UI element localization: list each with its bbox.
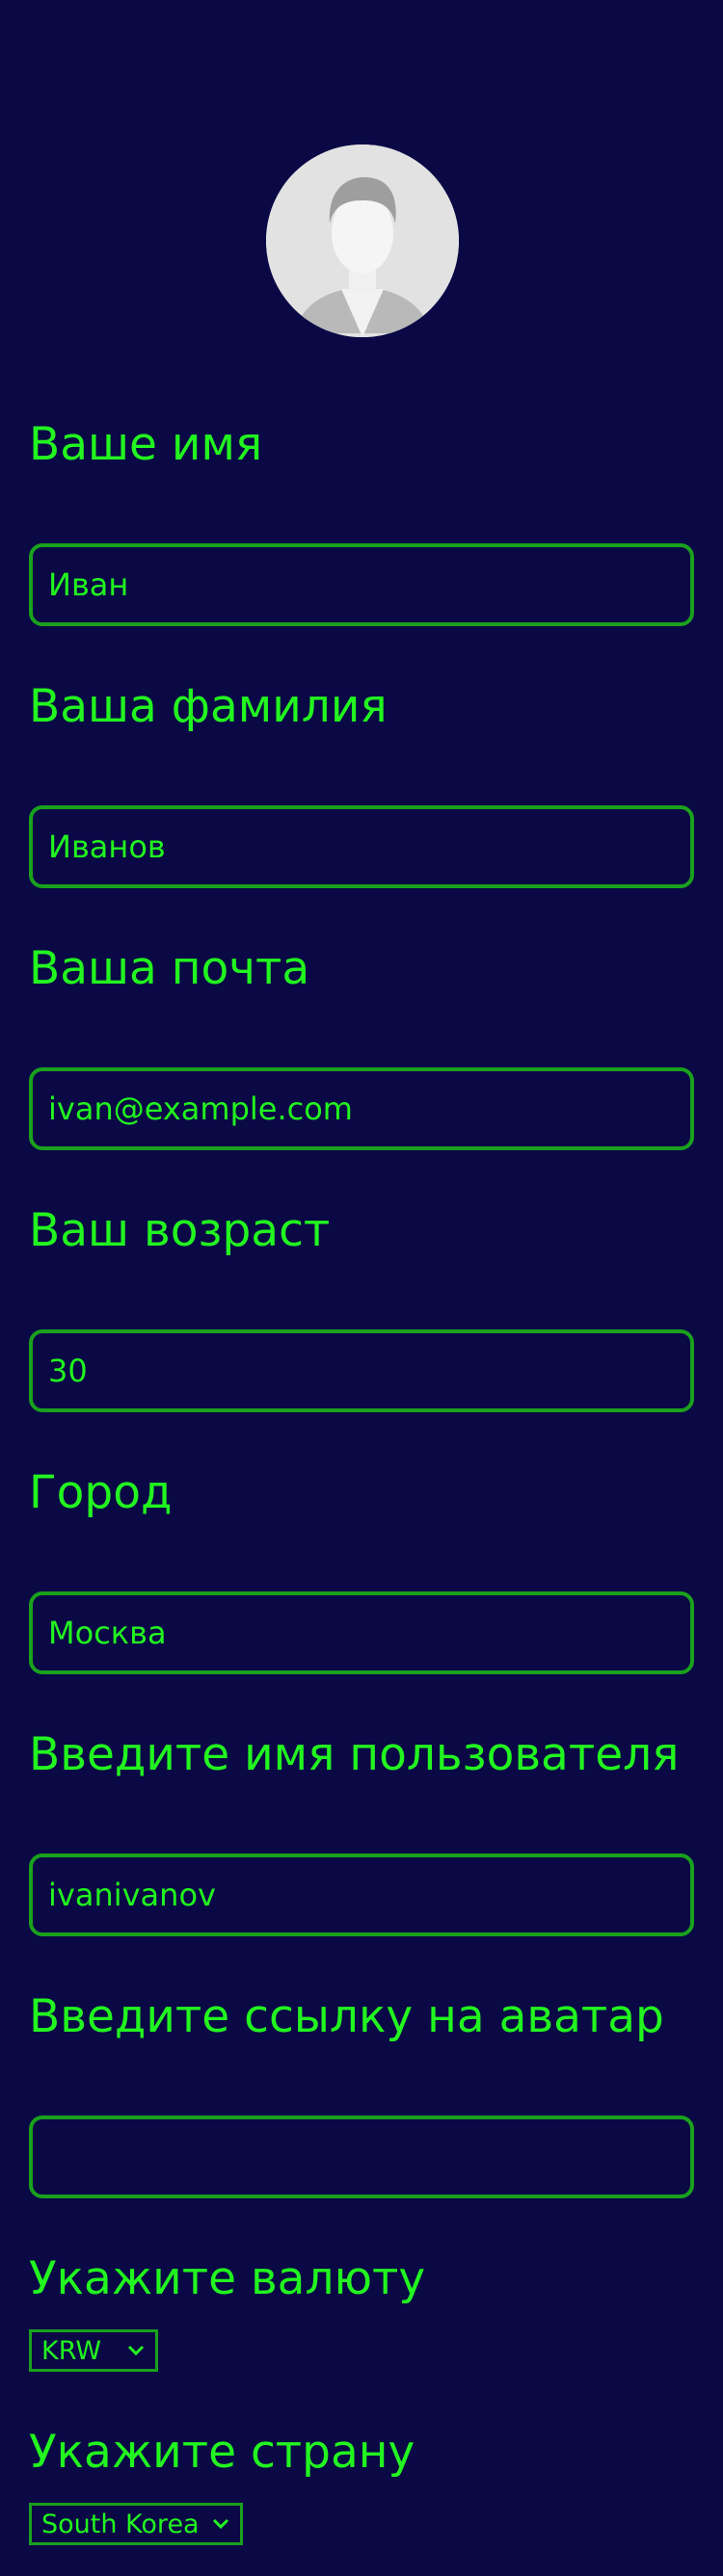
last-name-label: Ваша фамилия xyxy=(29,680,388,733)
chevron-down-icon xyxy=(212,2518,229,2530)
city-label: Город xyxy=(29,1466,173,1519)
email-label: Ваша почта xyxy=(29,942,310,995)
avatar xyxy=(266,145,459,337)
profile-form: Ваше имя Ваша фамилия Ваша почта Ваш воз… xyxy=(0,0,723,2576)
email-input[interactable] xyxy=(29,1067,694,1150)
avatar-url-label: Введите ссылку на аватар xyxy=(29,1990,664,2043)
country-select-value: South Korea xyxy=(41,2509,200,2539)
last-name-input[interactable] xyxy=(29,805,694,888)
username-label: Введите имя пользователя xyxy=(29,1728,680,1781)
first-name-label: Ваше имя xyxy=(29,418,263,471)
avatar-person-icon xyxy=(266,145,459,337)
age-input[interactable] xyxy=(29,1329,694,1412)
country-select[interactable]: South Korea xyxy=(29,2503,243,2545)
currency-select[interactable]: KRW xyxy=(29,2329,158,2372)
chevron-down-icon xyxy=(127,2345,145,2356)
avatar-url-input[interactable] xyxy=(29,2116,694,2198)
city-input[interactable] xyxy=(29,1591,694,1674)
username-input[interactable] xyxy=(29,1853,694,1936)
currency-label: Укажите валюту xyxy=(29,2252,426,2305)
first-name-input[interactable] xyxy=(29,543,694,626)
age-label: Ваш возраст xyxy=(29,1204,331,1257)
country-label: Укажите страну xyxy=(29,2426,415,2479)
currency-select-value: KRW xyxy=(41,2335,102,2366)
